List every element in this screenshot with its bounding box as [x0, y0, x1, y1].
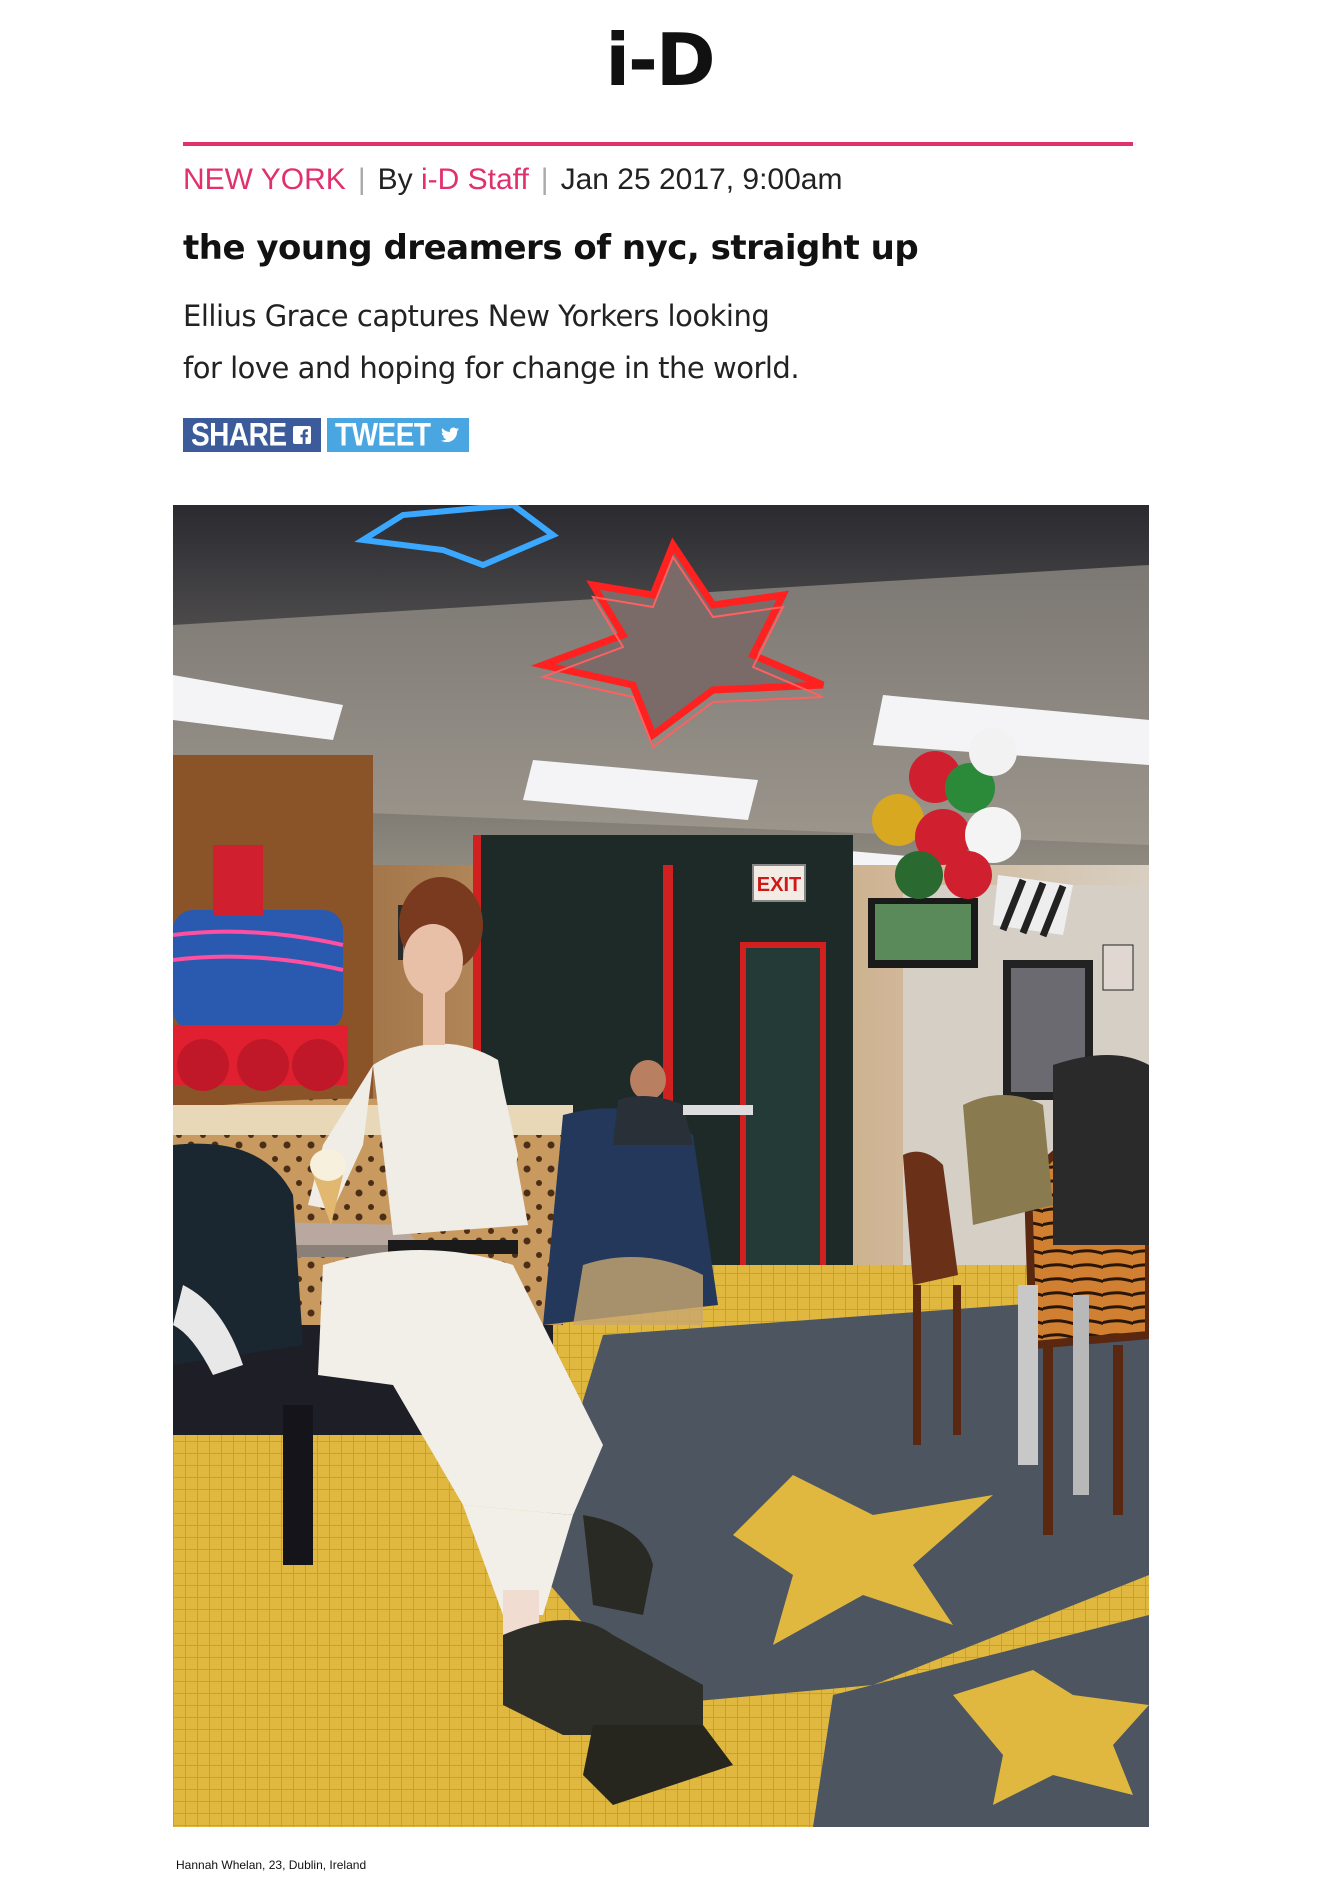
share-buttons: SHARE TWEET: [183, 416, 469, 453]
article-title: the young dreamers of nyc, straight up: [183, 228, 919, 268]
site-logo[interactable]: i-D: [0, 20, 1319, 100]
facebook-icon: [293, 426, 311, 444]
article-dek: Ellius Grace captures New Yorkers lookin…: [183, 290, 823, 394]
section-link[interactable]: NEW YORK: [183, 163, 346, 196]
article-meta: NEW YORK | By i-D Staff | Jan 25 2017, 9:00a…: [183, 160, 842, 200]
dek-line: Ellius Grace captures New Yorkers lookin…: [183, 299, 770, 333]
photo-caption: Hannah Whelan, 23, Dublin, Ireland: [176, 1858, 367, 1872]
author-link[interactable]: i-D Staff: [421, 163, 529, 196]
twitter-icon: [441, 426, 459, 444]
exit-sign-text: EXIT: [757, 874, 801, 896]
byline-label: By: [377, 163, 413, 196]
facebook-share-button[interactable]: SHARE: [183, 416, 321, 453]
article-hero-photo: EXIT: [173, 505, 1149, 1827]
dek-line: for love and hoping for change in the wo…: [183, 351, 800, 385]
header-divider: [183, 142, 1133, 146]
twitter-share-button[interactable]: TWEET: [327, 416, 469, 453]
meta-separator: |: [357, 163, 366, 196]
tweet-label: TWEET: [335, 416, 431, 453]
share-label: SHARE: [191, 416, 287, 453]
diner-photo-illustration: EXIT: [173, 505, 1149, 1827]
publish-date: Jan 25 2017, 9:00am: [560, 163, 843, 196]
meta-separator: |: [540, 163, 549, 196]
